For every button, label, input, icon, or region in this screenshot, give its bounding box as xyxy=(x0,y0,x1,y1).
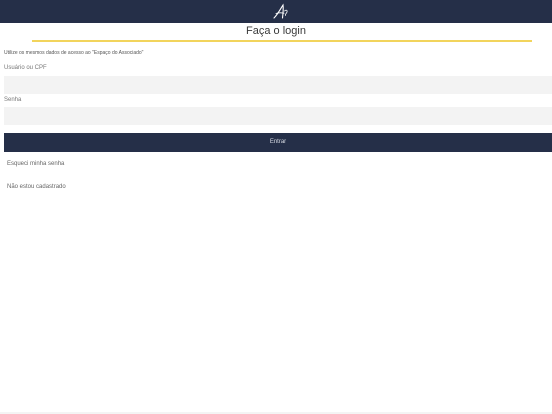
login-button[interactable]: Entrar xyxy=(4,133,552,152)
forgot-password-link[interactable]: Esqueci minha senha xyxy=(7,161,64,167)
login-hint: Utilize os mesmos dados de acesso ao "Es… xyxy=(4,50,144,56)
login-page: Faça o login Utilize os mesmos dados de … xyxy=(0,0,552,414)
password-input[interactable] xyxy=(4,107,552,125)
title-underline xyxy=(32,40,532,42)
page-title: Faça o login xyxy=(246,25,306,37)
username-input[interactable] xyxy=(4,76,552,94)
brand-logo-icon[interactable] xyxy=(272,3,290,20)
username-label: Usuário ou CPF xyxy=(4,65,47,71)
not-registered-link[interactable]: Não estou cadastrado xyxy=(7,184,66,190)
top-bar xyxy=(0,0,552,23)
password-label: Senha xyxy=(4,97,22,103)
